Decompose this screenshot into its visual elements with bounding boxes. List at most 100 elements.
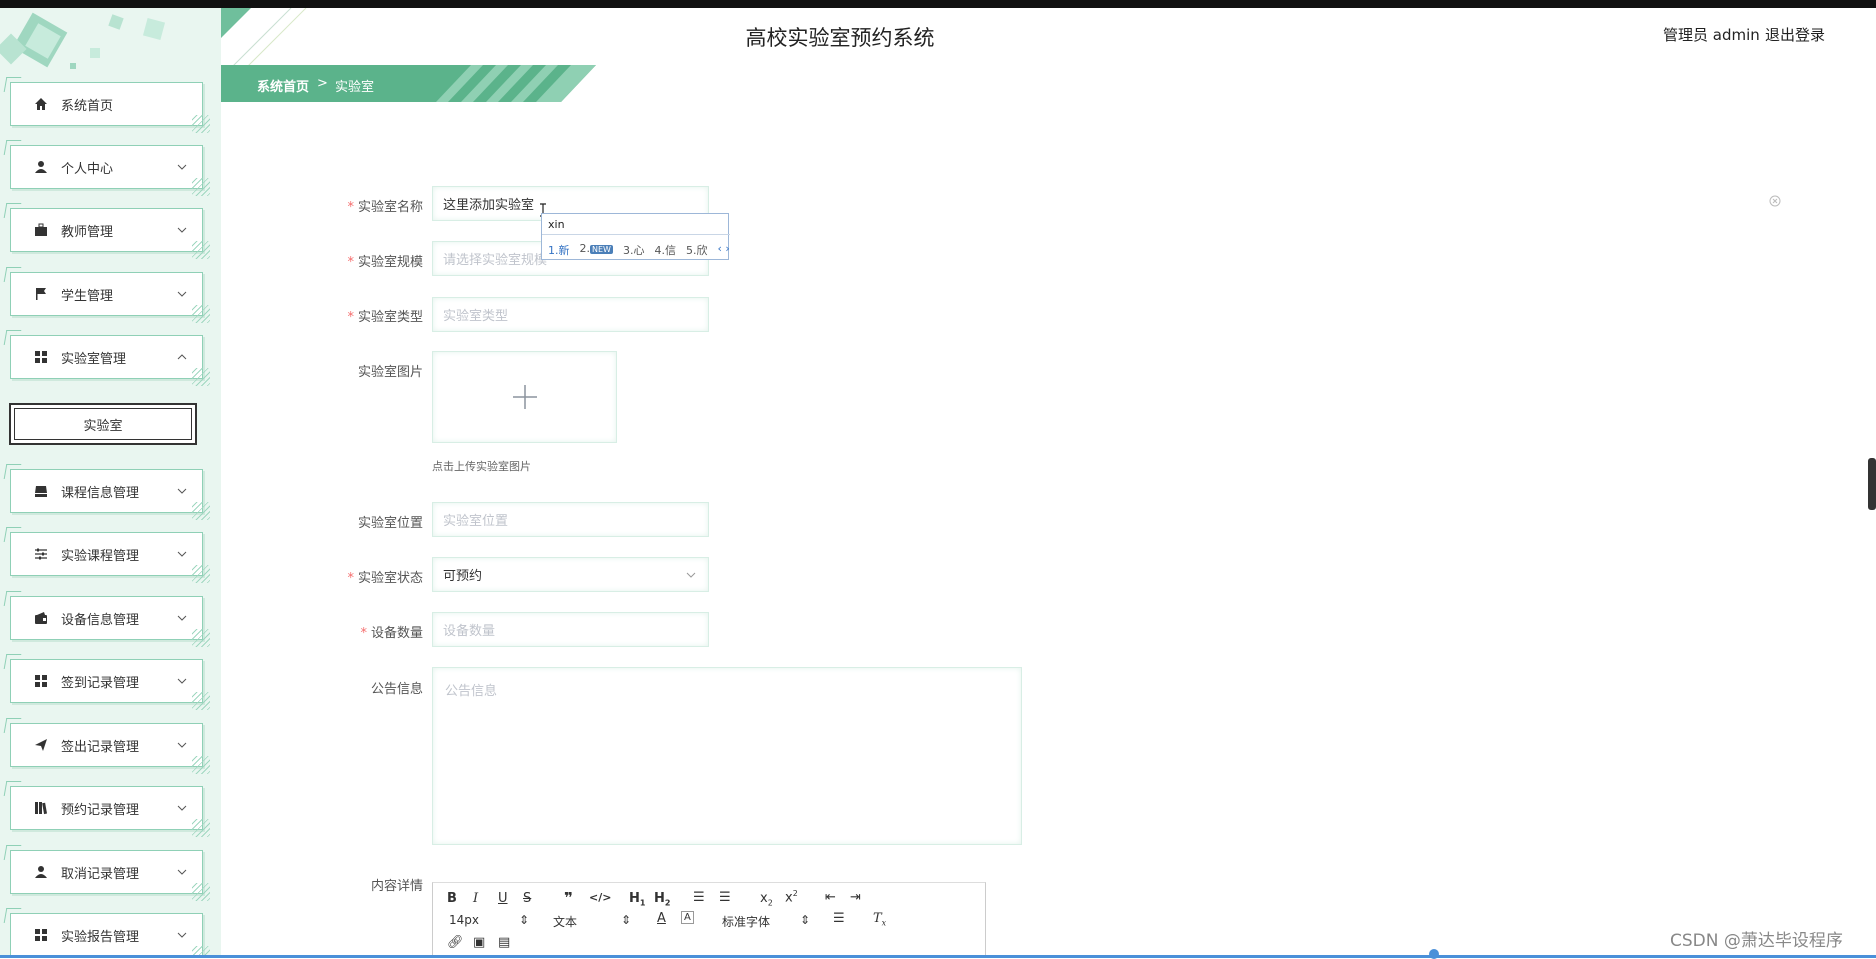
chevron-down-icon [176,612,188,624]
required-mark: * [347,255,354,270]
required-mark: * [347,310,354,325]
sidebar-item-home[interactable]: 系统首页 [10,82,210,133]
sidebar-item-cancellations[interactable]: 取消记录管理 [10,850,210,901]
required-mark: * [347,200,354,215]
sidebar-item-lab-courses[interactable]: 实验课程管理 [10,532,210,583]
equipment-count-input[interactable]: 设备数量 [432,612,709,647]
blockquote-icon[interactable]: ❞ [564,889,573,907]
lab-name-value: 这里添加实验室 [443,198,535,213]
sidebar-item-label: 实验课程管理 [61,548,140,564]
font-family-select[interactable]: 标准字体 ⇕ [722,913,810,930]
bullet-list-icon[interactable]: ☰ [719,890,731,905]
ime-candidates: 1.新 2. NEW 3.心 4.信 5.欣 ‹ › [548,242,730,258]
ime-candidate[interactable]: 3.心 [623,242,645,258]
background-color-icon[interactable]: A [681,911,694,924]
lab-type-input[interactable]: 实验室类型 [432,297,709,332]
video-icon[interactable]: ▤ [498,935,510,950]
lab-status-label: * 实验室状态 [313,567,423,586]
notice-textarea[interactable]: 公告信息 [432,667,1022,845]
books-icon [33,800,49,816]
sidebar-item-equipment[interactable]: 设备信息管理 [10,596,210,647]
ime-candidate[interactable]: 2. NEW [580,242,613,258]
sidebar-item-labs[interactable]: 实验室管理 [10,335,210,386]
image-icon[interactable]: ▣ [473,935,485,950]
upload-tip: 点击上传实验室图片 [432,460,531,473]
lab-scale-label: * 实验室规模 [313,251,423,270]
chevron-down-icon [176,675,188,687]
lab-name-label-text: 实验室名称 [357,200,423,215]
sidebar-item-course-info[interactable]: 课程信息管理 [10,469,210,520]
required-mark: * [360,626,367,641]
bold-icon[interactable]: B [447,891,457,906]
ime-candidate[interactable]: 4.信 [654,242,676,258]
submenu-item-lab[interactable]: 实验室 [9,403,197,445]
font-color-icon[interactable]: A [657,911,666,926]
content-label: 内容详情 [313,875,423,894]
heading-2-icon[interactable]: H2 [654,891,670,908]
outdent-icon[interactable]: ⇤ [825,890,836,905]
sidebar-item-personal-center[interactable]: 个人中心 [10,145,210,196]
page-scrollbar[interactable] [1868,458,1876,510]
send-icon [33,737,49,753]
sidebar-decoration [0,12,166,69]
indent-icon[interactable]: ⇥ [850,890,861,905]
image-upload-button[interactable] [432,351,617,443]
user-info: 管理员 admin [1663,26,1760,44]
breadcrumb-home[interactable]: 系统首页 [257,76,309,95]
breadcrumb-separator: > [317,76,328,91]
notice-label: 公告信息 [313,678,423,697]
lab-status-select[interactable]: 可预约 [432,557,709,592]
ime-candidate[interactable]: 1.新 [548,242,570,258]
align-icon[interactable]: ☰ [833,911,845,926]
lab-location-label: 实验室位置 [313,512,423,531]
ime-candidate-popup: xin 1.新 2. NEW 3.心 4.信 5.欣 ‹ › [541,213,730,260]
sidebar-item-students[interactable]: 学生管理 [10,272,210,323]
sidebar-item-label: 实验报告管理 [61,929,140,945]
lab-location-input[interactable]: 实验室位置 [432,502,709,537]
ordered-list-icon[interactable]: ☰ [693,890,705,905]
close-circle-icon[interactable] [1769,195,1781,207]
superscript-icon[interactable]: x2 [785,889,798,905]
sidebar-item-label: 取消记录管理 [61,866,140,882]
strikethrough-icon[interactable]: S [523,891,531,906]
briefcase-icon [33,222,49,238]
sidebar: 系统首页 个人中心 教师管理 学生管理 实验室管理 实验室 课程信息管理 实验课… [0,8,221,958]
sidebar-item-teachers[interactable]: 教师管理 [10,208,210,259]
sidebar-item-label: 设备信息管理 [61,612,140,628]
clear-format-icon[interactable]: Tx [873,911,886,928]
ime-divider [542,234,730,235]
block-format-select[interactable]: 文本 ⇕ [553,913,631,930]
ime-page-arrows-icon[interactable]: ‹ › [717,242,729,258]
chevron-down-icon [176,739,188,751]
code-block-icon[interactable]: </> [589,891,611,904]
person-icon [33,864,49,880]
content-label-text: 内容详情 [370,879,423,894]
sidebar-item-checkin[interactable]: 签到记录管理 [10,659,210,710]
chevron-down-icon [176,548,188,560]
sliders-icon [33,546,49,562]
notice-placeholder: 公告信息 [445,684,498,699]
sidebar-item-label: 教师管理 [61,224,114,240]
sidebar-item-reservations[interactable]: 预约记录管理 [10,786,210,837]
ime-new-badge: NEW [590,245,613,254]
logout-button[interactable]: 退出登录 [1765,24,1825,45]
ime-candidate[interactable]: 5.欣 [686,242,708,258]
equipment-count-label-text: 设备数量 [370,626,423,641]
sidebar-item-checkout[interactable]: 签出记录管理 [10,723,210,774]
chevron-down-icon [176,929,188,941]
sidebar-item-reports[interactable]: 实验报告管理 [10,913,210,958]
font-family-value: 标准字体 [722,915,771,929]
heading-1-icon[interactable]: H1 [629,891,645,908]
breadcrumb-current: 实验室 [335,80,375,95]
link-icon[interactable]: 🔗︎ [447,935,464,950]
underline-icon[interactable]: U [498,891,508,906]
lab-location-label-text: 实验室位置 [357,516,423,531]
lab-scale-label-text: 实验室规模 [357,255,423,270]
sidebar-item-label: 签出记录管理 [61,739,140,755]
chevron-down-icon [686,572,696,578]
grid-icon [33,673,49,689]
subscript-icon[interactable]: x2 [760,891,773,908]
plus-icon [512,385,537,409]
font-size-select[interactable]: 14px ⇕ [449,913,529,927]
italic-icon[interactable]: I [473,891,478,906]
